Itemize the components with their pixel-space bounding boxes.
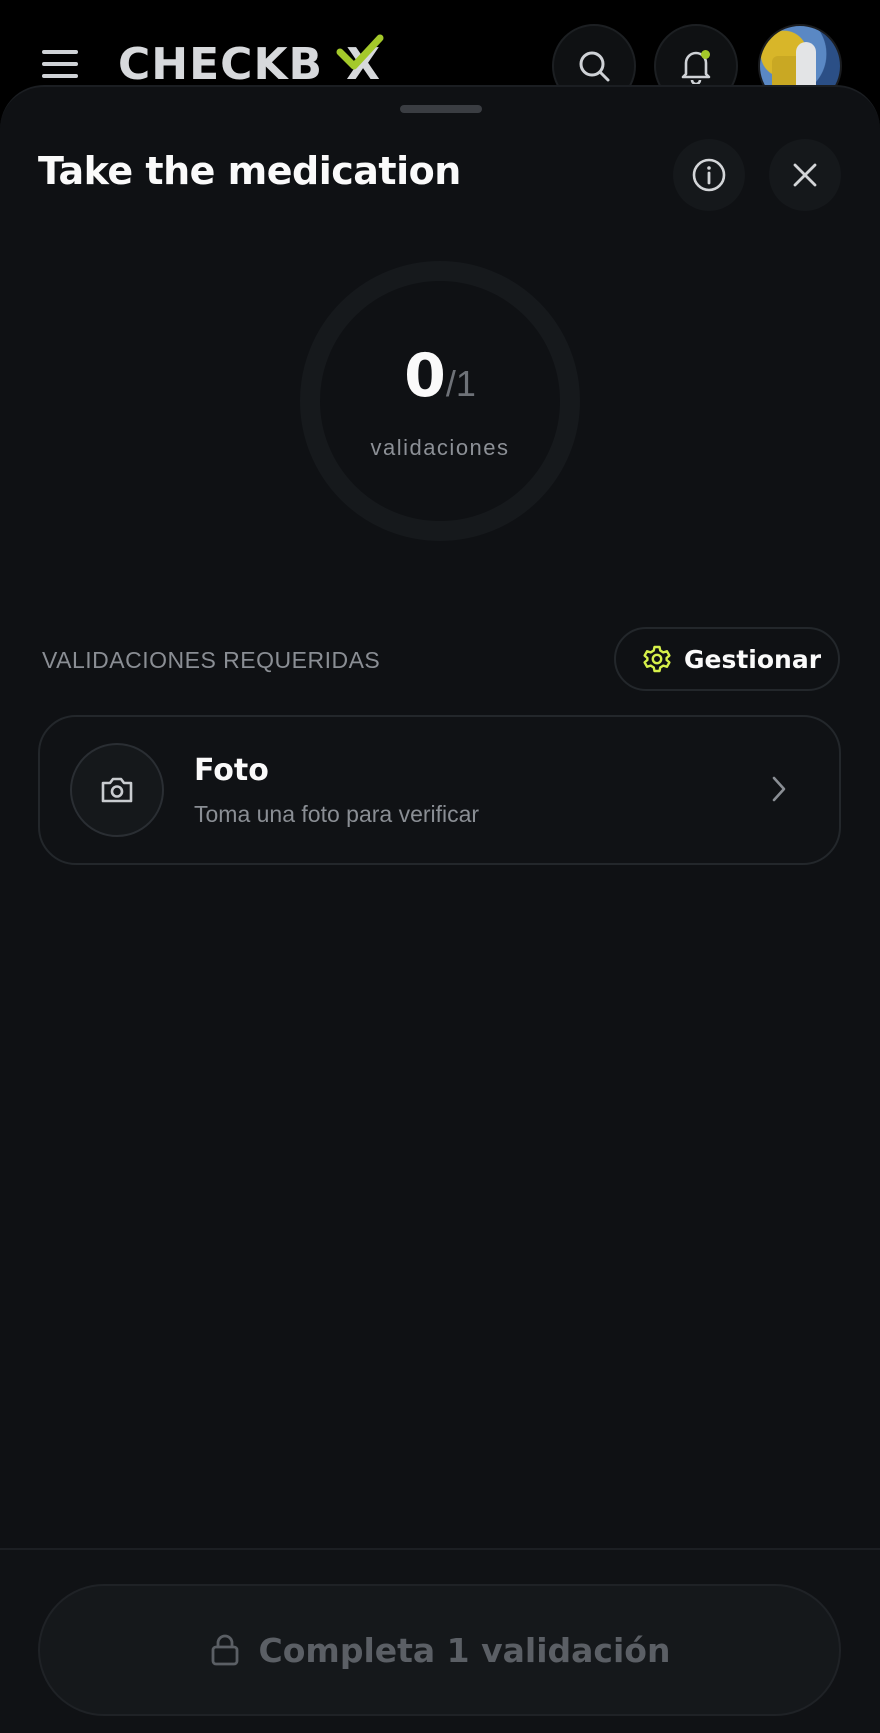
camera-icon (101, 777, 133, 803)
validation-description: Toma una foto para verificar (194, 801, 480, 827)
check-icon (336, 34, 384, 70)
chevron-right-icon (772, 776, 786, 802)
validation-item-foto[interactable]: Foto Toma una foto para verificar (38, 715, 841, 865)
close-icon (793, 163, 817, 187)
camera-icon-container (70, 743, 164, 837)
complete-button[interactable]: Completa 1 validación (38, 1584, 841, 1716)
page-title: Take the medication (38, 149, 461, 193)
validation-name: Foto (194, 753, 269, 788)
complete-button-label: Completa 1 validación (258, 1630, 671, 1670)
progress-count: 0/1 (300, 341, 580, 411)
progress-total: /1 (445, 363, 476, 404)
progress-done: 0 (404, 341, 446, 411)
section-label: VALIDACIONES REQUERIDAS (42, 647, 381, 673)
info-icon (692, 158, 726, 192)
footer-bar: Completa 1 validación (0, 1548, 880, 1733)
manage-button[interactable]: Gestionar (614, 627, 840, 691)
gear-icon (643, 645, 671, 673)
notification-dot (701, 50, 710, 59)
search-icon (579, 51, 610, 82)
hamburger-icon[interactable] (42, 50, 82, 84)
bottom-sheet: Take the medication 0/1 validaciones VAL… (0, 85, 880, 1733)
info-button[interactable] (673, 139, 745, 211)
lock-icon (211, 1634, 238, 1666)
close-button[interactable] (769, 139, 841, 211)
drag-handle[interactable] (400, 105, 482, 113)
progress-label: validaciones (370, 435, 510, 460)
manage-button-label: Gestionar (684, 644, 822, 674)
app-logo[interactable]: CHECKB X (118, 34, 384, 90)
